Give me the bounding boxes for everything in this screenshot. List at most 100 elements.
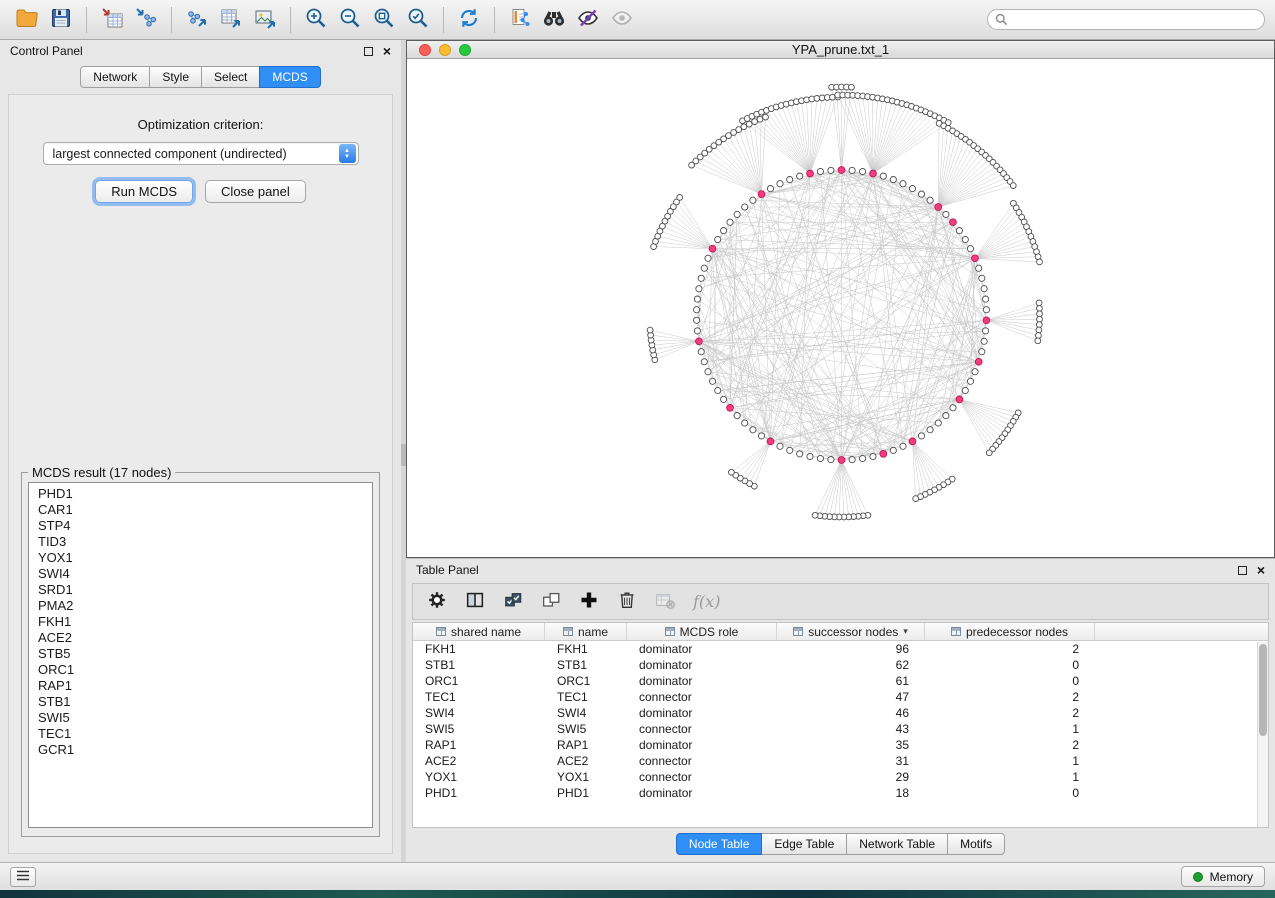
table-row[interactable]: FKH1FKH1dominator962: [413, 641, 1268, 657]
cell-name: SWI4: [545, 706, 627, 720]
column-type-icon: [563, 627, 573, 636]
float-panel-icon[interactable]: [364, 47, 373, 56]
result-item[interactable]: GCR1: [38, 742, 363, 758]
deselect-all-button[interactable]: [535, 587, 567, 617]
plus-icon: [578, 589, 600, 614]
table-row[interactable]: PHD1PHD1dominator180: [413, 785, 1268, 801]
search-input[interactable]: [987, 9, 1265, 30]
table-row[interactable]: YOX1YOX1connector291: [413, 769, 1268, 785]
table-row[interactable]: SWI4SWI4dominator462: [413, 705, 1268, 721]
close-panel-icon[interactable]: ×: [383, 45, 391, 57]
toolbar-separator: [86, 7, 87, 33]
zoom-out-button[interactable]: [333, 4, 367, 36]
table-row[interactable]: STB1STB1dominator620: [413, 657, 1268, 673]
tab-mcds[interactable]: MCDS: [259, 66, 320, 88]
list-icon: [16, 869, 30, 884]
network-canvas[interactable]: [407, 59, 1274, 557]
export-network-button[interactable]: [180, 4, 214, 36]
tab-network-table[interactable]: Network Table: [846, 833, 948, 855]
delete-table-button[interactable]: [649, 587, 681, 617]
tab-edge-table[interactable]: Edge Table: [761, 833, 847, 855]
result-item[interactable]: STP4: [38, 518, 363, 534]
result-item[interactable]: PHD1: [38, 486, 363, 502]
table-row[interactable]: RAP1RAP1dominator352: [413, 737, 1268, 753]
float-panel-icon[interactable]: [1238, 566, 1247, 575]
result-item[interactable]: TID3: [38, 534, 363, 550]
tab-select[interactable]: Select: [201, 66, 260, 88]
cell-successor_nodes: 96: [777, 642, 925, 656]
splitter-grip[interactable]: [401, 444, 406, 466]
save-session-button[interactable]: [44, 4, 78, 36]
column-header-predecessor-nodes[interactable]: predecessor nodes: [925, 623, 1095, 640]
zoom-selected-button[interactable]: [401, 4, 435, 36]
column-header-successor-nodes[interactable]: successor nodes▾: [777, 623, 925, 640]
column-header-MCDS-role[interactable]: MCDS role: [627, 623, 777, 640]
cell-successor_nodes: 61: [777, 674, 925, 688]
result-item[interactable]: STB5: [38, 646, 363, 662]
result-item[interactable]: FKH1: [38, 614, 363, 630]
toolbar-separator: [171, 7, 172, 33]
result-item[interactable]: PMA2: [38, 598, 363, 614]
result-item[interactable]: TEC1: [38, 726, 363, 742]
column-header-name[interactable]: name: [545, 623, 627, 640]
result-item[interactable]: YOX1: [38, 550, 363, 566]
result-item[interactable]: STB1: [38, 694, 363, 710]
tab-network[interactable]: Network: [80, 66, 150, 88]
tab-motifs[interactable]: Motifs: [947, 833, 1005, 855]
cell-mcds_role: connector: [627, 690, 777, 704]
show-panels-button[interactable]: [10, 867, 36, 887]
apply-layout-button[interactable]: [452, 4, 486, 36]
show-columns-button[interactable]: [459, 587, 491, 617]
zoom-in-button[interactable]: [299, 4, 333, 36]
zoom-out-icon: [338, 6, 362, 33]
result-item[interactable]: ORC1: [38, 662, 363, 678]
result-item[interactable]: ACE2: [38, 630, 363, 646]
mcds-result-list[interactable]: PHD1CAR1STP4TID3YOX1SWI4SRD1PMA2FKH1ACE2…: [28, 482, 373, 828]
table-row[interactable]: ACE2ACE2connector311: [413, 753, 1268, 769]
cell-predecessor_nodes: 1: [925, 770, 1095, 784]
result-item[interactable]: CAR1: [38, 502, 363, 518]
window-close-icon[interactable]: [419, 44, 431, 56]
panel-splitter[interactable]: [401, 40, 406, 862]
cell-predecessor_nodes: 1: [925, 722, 1095, 736]
cell-shared_name: YOX1: [413, 770, 545, 784]
tab-node-table[interactable]: Node Table: [676, 833, 763, 855]
result-item[interactable]: SWI5: [38, 710, 363, 726]
column-header-shared-name[interactable]: shared name: [413, 623, 545, 640]
close-panel-button[interactable]: Close panel: [205, 180, 306, 203]
table-row[interactable]: SWI5SWI5connector431: [413, 721, 1268, 737]
table-row[interactable]: TEC1TEC1connector472: [413, 689, 1268, 705]
optimization-criterion-select[interactable]: largest connected component (undirected)…: [43, 142, 359, 165]
result-item[interactable]: SRD1: [38, 582, 363, 598]
zoom-fit-button[interactable]: [367, 4, 401, 36]
table-row[interactable]: ORC1ORC1dominator610: [413, 673, 1268, 689]
window-minimize-icon[interactable]: [439, 44, 451, 56]
memory-button[interactable]: Memory: [1181, 866, 1265, 887]
close-panel-icon[interactable]: ×: [1257, 564, 1265, 576]
search-network-button[interactable]: [537, 4, 571, 36]
tab-style[interactable]: Style: [149, 66, 202, 88]
window-maximize-icon[interactable]: [459, 44, 471, 56]
scrollbar-thumb[interactable]: [1259, 644, 1267, 736]
cell-name: TEC1: [545, 690, 627, 704]
cell-mcds_role: dominator: [627, 674, 777, 688]
delete-button[interactable]: [611, 587, 643, 617]
run-mcds-button[interactable]: Run MCDS: [95, 180, 193, 203]
open-session-button[interactable]: [10, 4, 44, 36]
copy-style-button[interactable]: [503, 4, 537, 36]
table-scrollbar[interactable]: [1257, 642, 1268, 827]
select-all-button[interactable]: [497, 587, 529, 617]
result-item[interactable]: SWI4: [38, 566, 363, 582]
cell-name: FKH1: [545, 642, 627, 656]
column-settings-button[interactable]: [421, 587, 453, 617]
show-all-button[interactable]: [605, 4, 639, 36]
add-button[interactable]: [573, 587, 605, 617]
export-image-button[interactable]: [248, 4, 282, 36]
export-table-button[interactable]: [214, 4, 248, 36]
import-network-button[interactable]: [129, 4, 163, 36]
result-item[interactable]: RAP1: [38, 678, 363, 694]
hide-selected-button[interactable]: [571, 4, 605, 36]
import-table-button[interactable]: [95, 4, 129, 36]
cell-shared_name: ORC1: [413, 674, 545, 688]
function-builder-icon[interactable]: f(x): [693, 592, 720, 611]
